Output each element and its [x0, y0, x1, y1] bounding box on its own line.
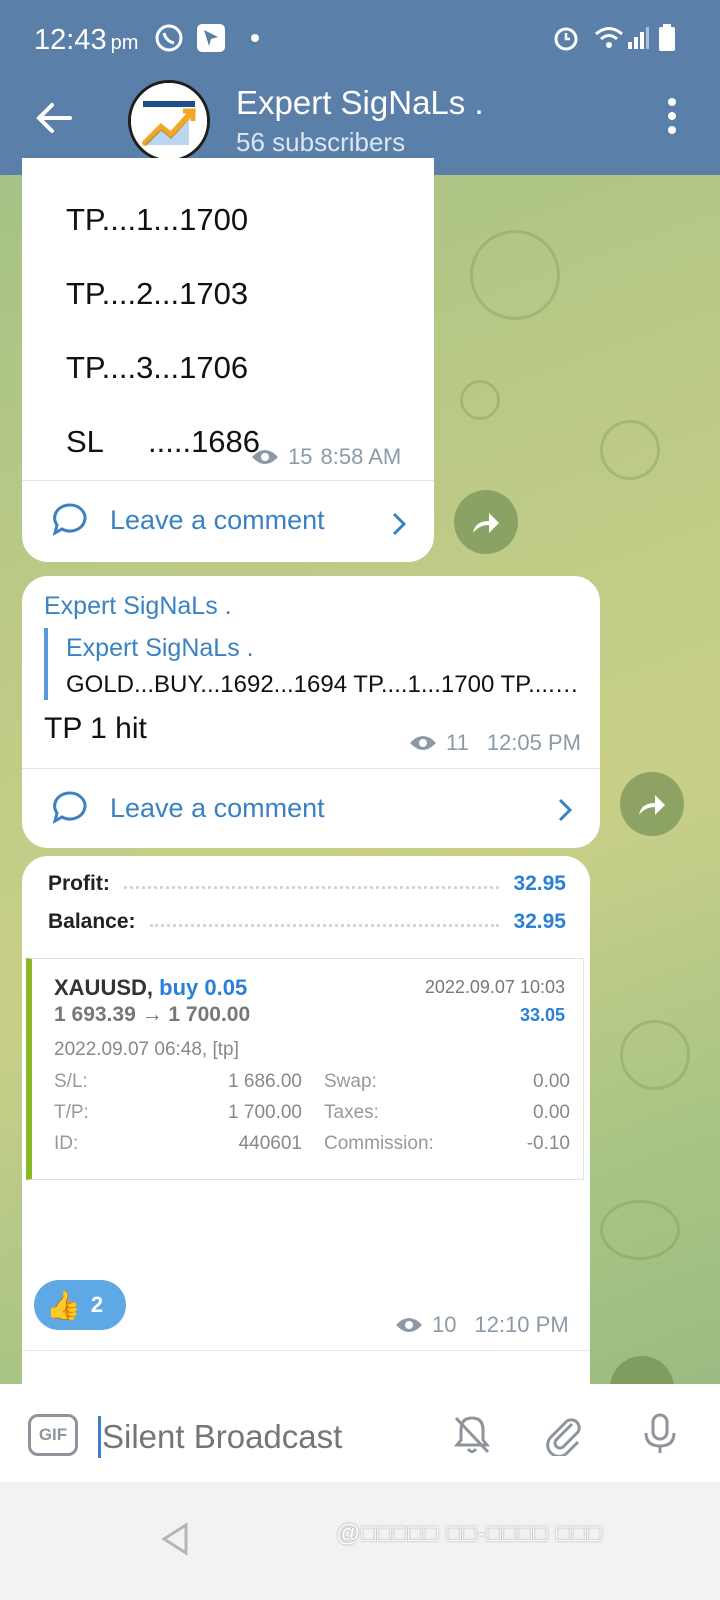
quote-text: GOLD...BUY...1692...1694 TP....1...1700 …: [66, 671, 588, 698]
message-text: TP 1 hit: [44, 712, 147, 745]
sl-value: .....1686: [148, 424, 261, 459]
message-meta: 10 12:10 PM: [394, 1312, 569, 1338]
forward-arrow-icon: [639, 795, 665, 815]
deal-open-date: 2022.09.07 06:48, [tp]: [54, 1039, 239, 1060]
quote-title: Expert SigNaLs .: [66, 634, 254, 662]
paperclip-icon[interactable]: [542, 1412, 586, 1458]
divider: [22, 768, 600, 769]
balance-label: Balance:: [48, 910, 136, 933]
bell-muted-icon[interactable]: [450, 1412, 494, 1456]
whatsapp-icon: [154, 22, 184, 54]
forward-arrow-icon: [473, 513, 499, 533]
deal-close-date: 2022.09.07 10:03: [424, 977, 565, 997]
message-time: 12:10 PM: [474, 1312, 569, 1337]
more-options-icon[interactable]: [662, 98, 682, 142]
reaction-count: 2: [90, 1292, 104, 1317]
thumbs-up-icon: 👍: [46, 1289, 81, 1321]
tp-field-value: 1 700.00: [228, 1102, 302, 1123]
tp-field-label: T/P:: [54, 1102, 89, 1123]
chevron-right-icon: [390, 510, 408, 538]
comment-label: Leave a comment: [110, 504, 325, 535]
tp-line: TP....3...1706: [66, 350, 249, 385]
chevron-right-icon: [556, 796, 574, 824]
text-cursor: [98, 1416, 101, 1458]
alarm-icon: [552, 22, 580, 54]
taxes-field-label: Taxes:: [324, 1102, 379, 1123]
commission-field-label: Commission:: [324, 1133, 434, 1154]
app-header: 12:43 pm Expert SigNaLs . 56 subscribers: [0, 0, 720, 175]
message-time: 12:05 PM: [486, 730, 582, 755]
wallpaper-doodle: [470, 230, 560, 320]
wifi-icon: [594, 22, 624, 54]
comment-label: Leave a comment: [110, 792, 325, 823]
balance-value: 32.95: [513, 910, 566, 933]
views-eye-icon: [396, 1318, 422, 1332]
deal-prices: 1 693.39 → 1 700.00: [54, 1003, 251, 1026]
view-count: 15: [288, 444, 313, 469]
watermark-text: @□□□□□ □□-□□□□ □□□: [336, 1520, 603, 1547]
comment-bubble-icon: [52, 503, 87, 537]
message-meta: 11 12:05 PM: [408, 730, 581, 756]
id-field-value: 440601: [238, 1133, 302, 1154]
subscriber-count: 56 subscribers: [236, 127, 406, 157]
more-notifications-dot-icon: [250, 22, 260, 54]
microphone-icon[interactable]: [638, 1412, 682, 1456]
tp-line: TP....2...1703: [66, 276, 249, 311]
view-count: 11: [446, 730, 469, 755]
sl-field-label: S/L:: [54, 1071, 88, 1092]
views-eye-icon: [252, 450, 278, 464]
share-forward-button[interactable]: [454, 490, 518, 554]
deal-profit: 33.05: [519, 1005, 565, 1025]
profit-row: Profit: 32.95: [48, 872, 566, 896]
sl-label: SL: [66, 424, 104, 459]
wallpaper-doodle: [600, 420, 660, 480]
commission-field-value: -0.10: [526, 1133, 570, 1154]
swap-field-label: Swap:: [324, 1071, 377, 1092]
profit-label: Profit:: [48, 872, 110, 895]
share-forward-button[interactable]: [620, 772, 684, 836]
reply-quote[interactable]: Expert SigNaLs . GOLD...BUY...1692...169…: [44, 628, 588, 700]
swap-field-value: 0.00: [533, 1071, 570, 1092]
wallpaper-doodle: [620, 1020, 690, 1090]
back-arrow-icon[interactable]: [34, 96, 74, 140]
divider: [22, 1350, 590, 1351]
wallpaper-doodle: [600, 1200, 680, 1260]
message-time: 8:58 AM: [320, 444, 402, 469]
comment-bubble-icon: [52, 791, 87, 825]
id-field-label: ID:: [54, 1133, 79, 1154]
nav-back-icon[interactable]: [160, 1522, 190, 1556]
leave-comment-button[interactable]: Leave a comment: [52, 790, 325, 826]
message-input-bar: GIF: [0, 1384, 720, 1482]
wallpaper-doodle: [460, 380, 500, 420]
profit-value: 32.95: [513, 872, 566, 895]
system-nav-bar: @□□□□□ □□-□□□□ □□□: [0, 1482, 720, 1600]
deal-card: XAUUSD, buy 0.05 2022.09.07 10:03 1 693.…: [26, 958, 584, 1180]
app-notification-icon: [196, 22, 226, 54]
battery-icon: [658, 22, 676, 54]
channel-title[interactable]: Expert SigNaLs .: [236, 84, 484, 122]
channel-avatar[interactable]: [128, 80, 210, 162]
view-count: 10: [432, 1312, 457, 1337]
sl-field-value: 1 686.00: [228, 1071, 302, 1092]
leave-comment-button[interactable]: Leave a comment: [52, 502, 325, 538]
taxes-field-value: 0.00: [533, 1102, 570, 1123]
deal-symbol: XAUUSD, buy 0.05: [54, 975, 248, 1000]
tp-line: TP....1...1700: [66, 202, 249, 237]
message-meta: 15 8:58 AM: [250, 444, 401, 470]
signal-icon: [626, 22, 650, 54]
sender-name[interactable]: Expert SigNaLs .: [44, 592, 232, 621]
views-eye-icon: [410, 736, 436, 750]
thumbs-up-reaction[interactable]: 👍 2: [34, 1280, 126, 1330]
divider: [22, 480, 434, 481]
status-time: 12:43 pm: [34, 24, 139, 56]
balance-row: Balance: 32.95: [48, 910, 566, 934]
broadcast-input[interactable]: [102, 1418, 422, 1456]
message-bubble: TP....1...1700 TP....2...1703 TP....3...…: [22, 158, 434, 562]
gif-button[interactable]: GIF: [28, 1414, 78, 1456]
